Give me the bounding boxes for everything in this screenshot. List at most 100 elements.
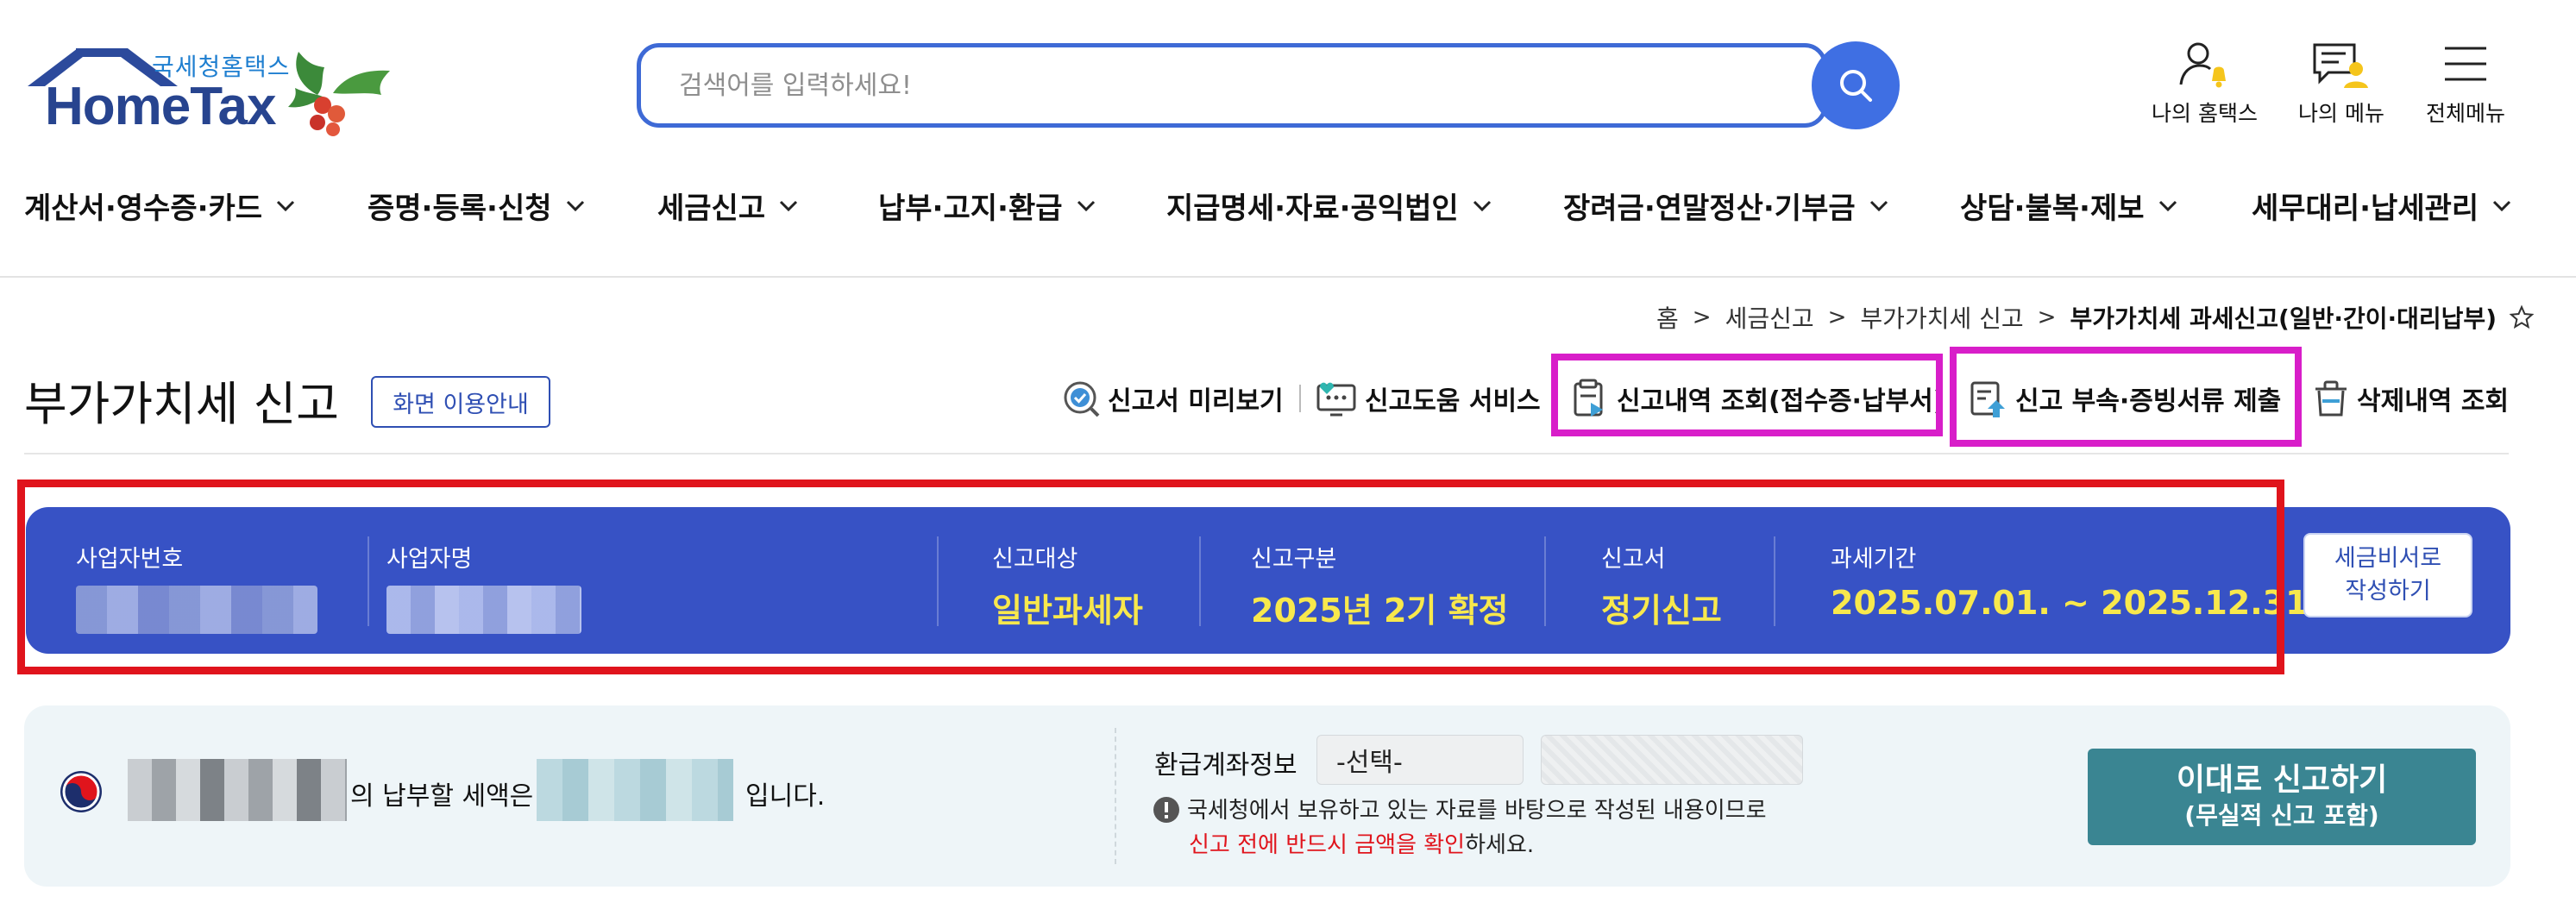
star-icon[interactable] [2509, 304, 2535, 330]
filing-type-value: 2025년 2기 확정 [1251, 592, 1509, 630]
filing-target-label: 신고대상 [992, 546, 1078, 573]
breadcrumb-tax-filing[interactable]: 세금신고 [1725, 300, 1814, 335]
business-number-label: 사업자번호 [76, 546, 184, 573]
preview-check-icon [1064, 381, 1100, 417]
gnb-item-label: 상담·불복·제보 [1960, 191, 2145, 226]
gnb-divider [0, 276, 2576, 278]
business-name-masked [386, 586, 581, 634]
warning-icon [1153, 796, 1179, 823]
all-menu-link[interactable]: 전체메뉴 [2426, 40, 2505, 128]
gnb-item-payment[interactable]: 납부·고지·환급 [878, 185, 1096, 227]
chevron-down-icon [2493, 200, 2511, 211]
my-hometax-label: 나의 홈택스 [2152, 101, 2258, 126]
breadcrumb-home[interactable]: 홈 [1656, 300, 1679, 335]
main-navigation: 계산서·영수증·카드 증명·등록·신청 세금신고 납부·고지·환급 지급명세·자… [0, 172, 2576, 241]
upload-doc-icon [1970, 381, 2005, 417]
breadcrumb-separator-icon: > [1692, 304, 1712, 330]
tax-amount-masked [537, 759, 733, 821]
notice-tail: 하세요. [1465, 832, 1535, 858]
gnb-item-label: 세무대리·납세관리 [2252, 191, 2479, 226]
filing-form-field: 신고서 정기신고 [1601, 540, 1722, 631]
korea-emblem-icon [60, 771, 102, 812]
filing-form-label: 신고서 [1601, 546, 1666, 573]
logo-title: HomeTax [45, 77, 276, 136]
tax-secretary-line2: 작성하기 [2345, 578, 2431, 605]
gnb-item-label: 증명·등록·신청 [368, 191, 552, 226]
tax-amount-text: 의 납부할 세액은 [350, 781, 534, 812]
my-menu-label: 나의 메뉴 [2298, 101, 2384, 126]
my-menu-link[interactable]: 나의 메뉴 [2298, 40, 2384, 128]
tax-amount-panel: 의 납부할 세액은 입니다. 환급계좌정보 -선택- 국세청에서 보유하고 있는… [24, 705, 2510, 887]
search-area [637, 41, 1900, 129]
preview-filing-label: 신고서 미리보기 [1108, 386, 1284, 417]
tax-period-field: 과세기간 2025.07.01. ~ 2025.12.31. [1831, 540, 2321, 622]
submit-filing-sublabel: (무실적 신고 포함) [2184, 801, 2379, 830]
action-separator [1299, 385, 1301, 412]
gnb-item-label: 장려금·연말정산·기부금 [1563, 191, 1856, 226]
deleted-history-label: 삭제내역 조회 [2357, 386, 2510, 417]
hamburger-icon [2445, 47, 2486, 81]
summary-separator [1774, 536, 1775, 626]
tax-period-label: 과세기간 [1831, 546, 1917, 573]
notice-emphasis: 신고 전에 반드시 금액을 확인 [1189, 832, 1466, 858]
search-box [637, 43, 1827, 128]
chevron-down-icon [277, 200, 295, 211]
action-links: 신고서 미리보기 신고도움 서비스 신고내역 조회(접수증·납부서) 신고 부속… [0, 374, 2576, 423]
attachment-submit-label: 신고 부속·증빙서류 제출 [2015, 386, 2282, 417]
filing-help-label: 신고도움 서비스 [1365, 386, 1541, 417]
gnb-item-consulting[interactable]: 상담·불복·제보 [1960, 185, 2177, 227]
chevron-down-icon [1077, 200, 1095, 211]
refund-bank-select[interactable]: -선택- [1316, 735, 1524, 785]
search-input[interactable] [641, 47, 1823, 123]
business-number-field: 사업자번호 [76, 540, 317, 634]
hometax-logo[interactable]: 국세청홈택스 HomeTax [24, 38, 404, 150]
refund-bank-select-value: -선택- [1336, 748, 1403, 778]
filing-type-label: 신고구분 [1251, 546, 1337, 573]
gnb-item-incentives[interactable]: 장려금·연말정산·기부금 [1563, 185, 1888, 227]
my-hometax-icon [2179, 42, 2227, 88]
search-button[interactable] [1812, 41, 1900, 129]
filing-history-link[interactable]: 신고내역 조회(접수증·납부서) [1570, 374, 1945, 423]
tax-secretary-button[interactable]: 세금비서로 작성하기 [2303, 533, 2472, 617]
my-menu-icon [2313, 43, 2368, 88]
chevron-down-icon [1473, 200, 1491, 211]
holly-icon [288, 52, 390, 136]
gnb-item-tax-agent[interactable]: 세무대리·납세관리 [2252, 185, 2511, 227]
summary-separator [368, 536, 369, 626]
deleted-history-link[interactable]: 삭제내역 조회 [2312, 374, 2509, 423]
preview-filing-link[interactable]: 신고서 미리보기 [1061, 374, 1284, 423]
filing-form-value: 정기신고 [1601, 592, 1722, 630]
submit-filing-label: 이대로 신고하기 [2176, 762, 2388, 798]
gnb-item-label: 납부·고지·환급 [878, 191, 1063, 226]
gnb-item-tax-filing[interactable]: 세금신고 [657, 185, 798, 227]
panel-separator [1115, 728, 1116, 864]
breadcrumb-vat-filing[interactable]: 부가가치세 신고 [1860, 300, 2023, 335]
gnb-item-receipts[interactable]: 계산서·영수증·카드 [24, 185, 295, 227]
filing-help-link[interactable]: 신고도움 서비스 [1315, 374, 1541, 423]
gnb-item-statements[interactable]: 지급명세·자료·공익법인 [1166, 185, 1492, 227]
summary-separator [937, 536, 939, 626]
business-name-field: 사업자명 [386, 540, 581, 634]
tax-amount-suffix: 입니다. [745, 781, 826, 812]
chevron-down-icon [1869, 200, 1888, 211]
filing-target-value: 일반과세자 [992, 592, 1143, 630]
chevron-down-icon [780, 200, 798, 211]
attachment-submit-link[interactable]: 신고 부속·증빙서류 제출 [1967, 374, 2281, 423]
filing-history-label: 신고내역 조회(접수증·납부서) [1617, 386, 1945, 417]
breadcrumb-current: 부가가치세 과세신고(일반·간이·대리납부) [2070, 304, 2497, 333]
chevron-down-icon [2158, 200, 2177, 211]
site-header: 국세청홈택스 HomeTax 나의 홈택스 [0, 0, 2576, 164]
history-doc-icon [1574, 379, 1603, 417]
my-hometax-link[interactable]: 나의 홈택스 [2152, 40, 2258, 128]
tax-secretary-line1: 세금비서로 [2334, 545, 2442, 572]
filing-type-field: 신고구분 2025년 2기 확정 [1251, 540, 1509, 631]
breadcrumb: 홈 > 세금신고 > 부가가치세 신고 > 부가가치세 과세신고(일반·간이·대… [1656, 300, 2535, 335]
notice-line1: 국세청에서 보유하고 있는 자료를 바탕으로 작성된 내용이므로 [1187, 798, 1767, 824]
search-icon [1840, 70, 1872, 102]
gnb-item-label: 계산서·영수증·카드 [24, 191, 263, 226]
gnb-item-certificates[interactable]: 증명·등록·신청 [368, 185, 585, 227]
submit-filing-button[interactable]: 이대로 신고하기 (무실적 신고 포함) [2088, 749, 2476, 845]
breadcrumb-separator-icon: > [2037, 304, 2057, 330]
taxpayer-name-masked [128, 759, 347, 821]
refund-account-input[interactable] [1541, 735, 1803, 785]
